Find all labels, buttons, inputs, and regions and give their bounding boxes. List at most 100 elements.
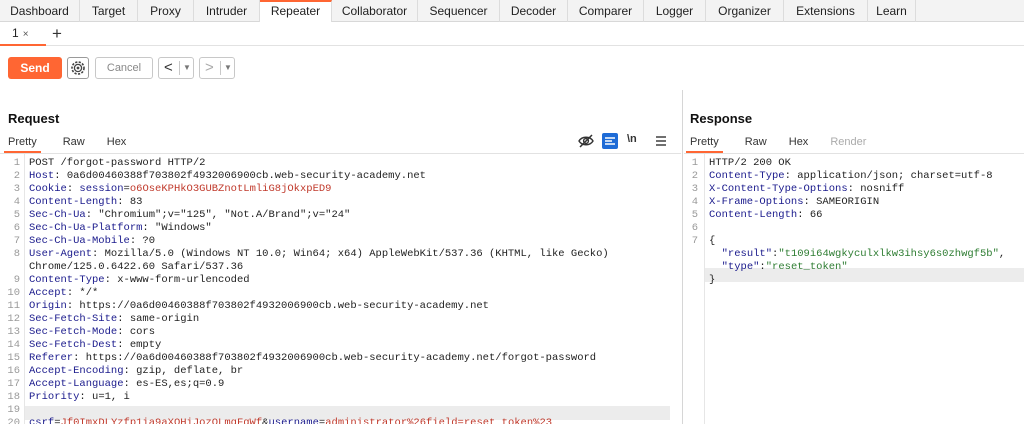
response-tab-pretty[interactable]: Pretty xyxy=(686,133,723,153)
nav-tab-extensions[interactable]: Extensions xyxy=(784,0,868,22)
toolbar: Send Cancel < ▼ > ▼ xyxy=(0,46,1024,90)
request-tab-raw[interactable]: Raw xyxy=(63,133,85,153)
request-tab-pretty[interactable]: Pretty xyxy=(4,133,41,153)
code-token: POST /forgot-password HTTP/2 xyxy=(29,157,206,169)
line-number: 5 xyxy=(13,209,20,221)
code-token: : 83 xyxy=(117,196,143,208)
send-button[interactable]: Send xyxy=(8,57,62,79)
back-button[interactable]: < ▼ xyxy=(158,57,194,79)
nav-tab-repeater[interactable]: Repeater xyxy=(260,0,332,22)
response-editor[interactable]: 1 HTTP/2 200 OK 2 Content-Type: application… xyxy=(684,154,1024,424)
nav-tab-sequencer[interactable]: Sequencer xyxy=(418,0,500,22)
chevron-down-icon[interactable]: ▼ xyxy=(183,63,191,72)
code-line: 4 Content-Length: 83 xyxy=(0,196,680,209)
code-line: 13 Sec-Fetch-Mode: cors xyxy=(0,326,680,339)
newline-icon[interactable]: \n xyxy=(627,133,645,151)
code-token: : */* xyxy=(66,287,99,299)
line-number: 6 xyxy=(691,222,698,234)
line-content: Sec-Ch-Ua-Platform: "Windows" xyxy=(29,222,212,235)
repeater-tab-1[interactable]: 1 × xyxy=(0,22,46,46)
nav-tab-intruder[interactable]: Intruder xyxy=(194,0,260,22)
line-number: 12 xyxy=(7,313,20,325)
code-line: 12 Sec-Fetch-Site: same-origin xyxy=(0,313,680,326)
code-token: administrator%26field=reset_token%23 xyxy=(325,417,553,424)
line-content: "type":"reset_token" xyxy=(709,261,848,274)
response-tab-render[interactable]: Render xyxy=(830,133,866,153)
line-number: 9 xyxy=(13,274,20,286)
line-number: 4 xyxy=(691,196,698,208)
line-content: X-Frame-Options: SAMEORIGIN xyxy=(709,196,879,209)
line-content: } xyxy=(709,274,715,287)
nav-tab-organizer[interactable]: Organizer xyxy=(706,0,784,22)
code-line: 1 HTTP/2 200 OK xyxy=(684,157,1024,170)
code-line: 11 Origin: https://0a6d00460388f703802f49… xyxy=(0,300,680,313)
code-token: Sec-Ch-Ua-Platform xyxy=(29,222,143,234)
menu-icon[interactable] xyxy=(652,132,670,150)
line-number: 1 xyxy=(691,157,698,169)
code-token: "result" xyxy=(721,248,773,260)
divider xyxy=(179,61,180,75)
code-line: 5 Content-Length: 66 xyxy=(684,209,1024,222)
panel-divider[interactable] xyxy=(682,90,683,424)
code-token: "t109i64wgkyculxlkw3ihsy6s0zhwgf5b" xyxy=(778,248,999,260)
line-content: User-Agent: Mozilla/5.0 (Windows NT 10.0… xyxy=(29,248,609,261)
nav-tab-learn[interactable]: Learn xyxy=(868,0,916,22)
response-tab-hex[interactable]: Hex xyxy=(789,133,809,153)
line-number: 7 xyxy=(13,235,20,247)
line-number: 3 xyxy=(691,183,698,195)
line-content: Priority: u=1, i xyxy=(29,391,130,404)
request-title: Request xyxy=(8,111,60,126)
request-tab-hex[interactable]: Hex xyxy=(107,133,127,153)
code-line: 8 User-Agent: Mozilla/5.0 (Windows NT 10.… xyxy=(0,248,680,261)
line-content: Accept-Encoding: gzip, deflate, br xyxy=(29,365,243,378)
line-content: Content-Length: 66 xyxy=(709,209,822,222)
code-line: 20 csrf=Jf0ImxDLYzfp1ia9aXOHiJozOLmqFgWf&… xyxy=(0,417,680,424)
line-number: 4 xyxy=(13,196,20,208)
line-content: Content-Length: 83 xyxy=(29,196,142,209)
eye-off-icon[interactable] xyxy=(577,132,595,150)
forward-button[interactable]: > ▼ xyxy=(199,57,235,79)
code-token: Sec-Ch-Ua xyxy=(29,209,86,221)
nav-tab-target[interactable]: Target xyxy=(80,0,138,22)
response-tab-raw[interactable]: Raw xyxy=(745,133,767,153)
line-content: csrf=Jf0ImxDLYzfp1ia9aXOHiJozOLmqFgWf&us… xyxy=(29,417,552,424)
code-token: { xyxy=(709,235,716,247)
code-token: : x-www-form-urlencoded xyxy=(104,274,250,286)
code-token: session xyxy=(79,183,124,195)
nav-tab-comparer[interactable]: Comparer xyxy=(568,0,644,22)
nav-tab-logger[interactable]: Logger xyxy=(644,0,706,22)
line-number: 6 xyxy=(13,222,20,234)
line-number: 18 xyxy=(7,391,20,403)
code-token: : xyxy=(66,183,80,195)
cancel-button[interactable]: Cancel xyxy=(95,57,153,79)
code-line: Chrome/125.0.6422.60 Safari/537.36 xyxy=(0,261,680,274)
nav-tab-proxy[interactable]: Proxy xyxy=(138,0,194,22)
line-number: 3 xyxy=(13,183,20,195)
line-content: { xyxy=(709,235,715,248)
code-line: 7{ xyxy=(684,235,1024,248)
nav-tab-dashboard[interactable]: Dashboard xyxy=(0,0,80,22)
pretty-format-icon[interactable] xyxy=(601,132,619,150)
add-tab-icon[interactable]: + xyxy=(52,24,62,44)
nav-tab-decoder[interactable]: Decoder xyxy=(500,0,568,22)
line-number: 2 xyxy=(691,170,698,182)
code-token: csrf xyxy=(29,417,55,424)
code-token: : Mozilla/5.0 (Windows NT 10.0; Win64; x… xyxy=(92,248,609,260)
code-token: Sec-Fetch-Mode xyxy=(29,326,118,338)
line-content: Sec-Fetch-Mode: cors xyxy=(29,326,155,339)
code-token: : https://0a6d00460388f703802f4932006900… xyxy=(73,352,597,364)
request-editor[interactable]: 1 POST /forgot-password HTTP/2 2 Host: 0a6d… xyxy=(0,154,680,424)
nav-tab-collaborator[interactable]: Collaborator xyxy=(332,0,418,22)
settings-button[interactable] xyxy=(67,57,89,79)
line-content: Cookie: session=o6OseKPHkO3GUBZnotLmliG8… xyxy=(29,183,331,196)
close-icon[interactable]: × xyxy=(23,29,29,40)
code-token: : cors xyxy=(117,326,156,338)
chevron-down-icon[interactable]: ▼ xyxy=(224,63,232,72)
code-token: Priority xyxy=(29,391,80,403)
code-line: 18 Priority: u=1, i xyxy=(0,391,680,404)
code-token: Content-Type xyxy=(709,170,785,182)
line-content: Content-Type: x-www-form-urlencoded xyxy=(29,274,250,287)
code-token: Sec-Ch-Ua-Mobile xyxy=(29,235,130,247)
line-number: 5 xyxy=(691,209,698,221)
line-content: Sec-Ch-Ua-Mobile: ?0 xyxy=(29,235,155,248)
